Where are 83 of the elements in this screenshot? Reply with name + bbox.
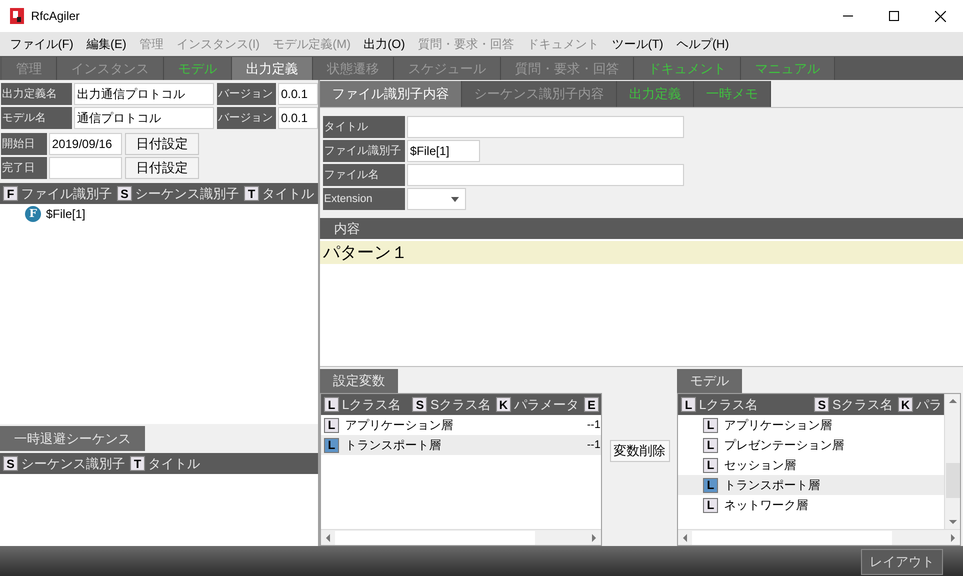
detail-tab[interactable]: ファイル識別子内容 [320,81,462,107]
field-label: 出力定義名 [1,83,72,105]
main-tab[interactable]: 出力定義 [232,57,313,80]
close-icon [934,10,946,22]
letter-badge: L [324,397,339,412]
date-set-button[interactable]: 日付設定 [125,133,199,155]
menu-item[interactable]: ファイル(F) [4,33,80,55]
letter-badge: S [412,397,428,412]
window-title: RfcAgiler [31,8,80,25]
field-label: 完了日 [1,157,47,179]
column-title: パラメータ [514,396,579,414]
panel-tab[interactable]: モデル [677,369,742,393]
column-title: パラ [916,396,942,414]
menu-item[interactable]: 編集(E) [80,33,132,55]
menu-item[interactable]: ヘルプ(H) [670,33,735,55]
letter-badge: S [3,456,18,471]
column-title: シーケンス識別子 [21,454,125,473]
maximize-icon [889,11,899,21]
menu-item[interactable]: 出力(O) [358,33,411,55]
horizontal-scrollbar[interactable] [321,529,601,545]
section-header: 内容 [320,218,963,239]
date-set-button[interactable]: 日付設定 [125,157,199,179]
letter-badge: K [496,397,511,412]
column-title: Lクラス名 [699,396,758,414]
layout-button[interactable]: レイアウト [861,549,943,575]
input-field[interactable]: 2019/09/16 [49,133,122,155]
letter-badge: T [130,456,145,471]
letter-badge: F [3,186,18,201]
field-label: 開始日 [1,133,47,155]
column-title: シーケンス識別子 [135,184,239,203]
tree-item[interactable]: L アプリケーション層 [678,415,944,435]
input-field[interactable] [407,116,684,138]
delete-variable-button[interactable]: 変数削除 [610,440,670,462]
field-label: バージョン [217,107,276,129]
letter-badge: S [117,186,132,201]
input-field[interactable]: 通信プロトコル [74,107,214,129]
caret-icon [451,196,459,202]
app-logo-icon [10,8,24,24]
column-title: Sクラス名 [430,396,491,414]
letter-badge: E [584,397,599,412]
letter-badge: L [703,498,718,512]
vertical-scrollbar[interactable] [944,394,960,529]
letter-badge: L [681,397,696,412]
field-label: バージョン [217,83,276,105]
extension-dropdown[interactable] [407,188,466,210]
column-title: ファイル識別子 [21,184,112,203]
input-field[interactable] [407,164,684,186]
letter-badge: L [703,418,718,432]
input-field[interactable]: 出力通信プロトコル [74,83,214,105]
input-field[interactable]: 0.0.1 [278,83,318,105]
field-label: Extension [323,188,405,210]
horizontal-scrollbar[interactable] [678,529,960,545]
panel-tab[interactable]: 一時退避シーケンス [0,426,145,451]
field-label: ファイル識別子 [323,140,405,162]
field-label: タイトル [323,116,405,138]
scrollbar-thumb[interactable] [946,463,960,498]
letter-badge: T [244,186,259,201]
tree-item[interactable]: L プレゼンテーション層 [678,435,944,455]
table-row[interactable]: L アプリケーション層 --1 [321,415,601,435]
field-label: モデル名 [1,107,72,129]
column-title: タイトル [262,184,314,203]
file-badge: F [25,206,41,222]
tree-item[interactable]: L セッション層 [678,455,944,475]
field-label: ファイル名 [323,164,405,186]
input-field[interactable]: 0.0.1 [278,107,318,129]
tree-item[interactable]: L ネットワーク層 [678,495,944,515]
letter-badge: L [324,438,339,452]
letter-badge: L [324,418,339,432]
letter-badge: K [898,397,913,412]
column-title: タイトル [148,454,200,473]
letter-badge: S [814,397,830,412]
table-row[interactable]: L トランスポート層 --1 [321,435,601,455]
panel-tab[interactable]: 設定変数 [320,369,398,393]
input-field[interactable] [49,157,122,179]
letter-badge: L [703,478,718,492]
menu-item[interactable]: ツール(T) [606,33,670,55]
input-field[interactable]: $File[1] [407,140,480,162]
column-title: Sクラス名 [832,396,893,414]
column-title: Lクラス名 [342,396,402,414]
letter-badge: L [703,458,718,472]
tree-item[interactable]: $File[1] [46,204,86,222]
tree-item[interactable]: L トランスポート層 [678,475,944,495]
letter-badge: L [703,438,718,452]
